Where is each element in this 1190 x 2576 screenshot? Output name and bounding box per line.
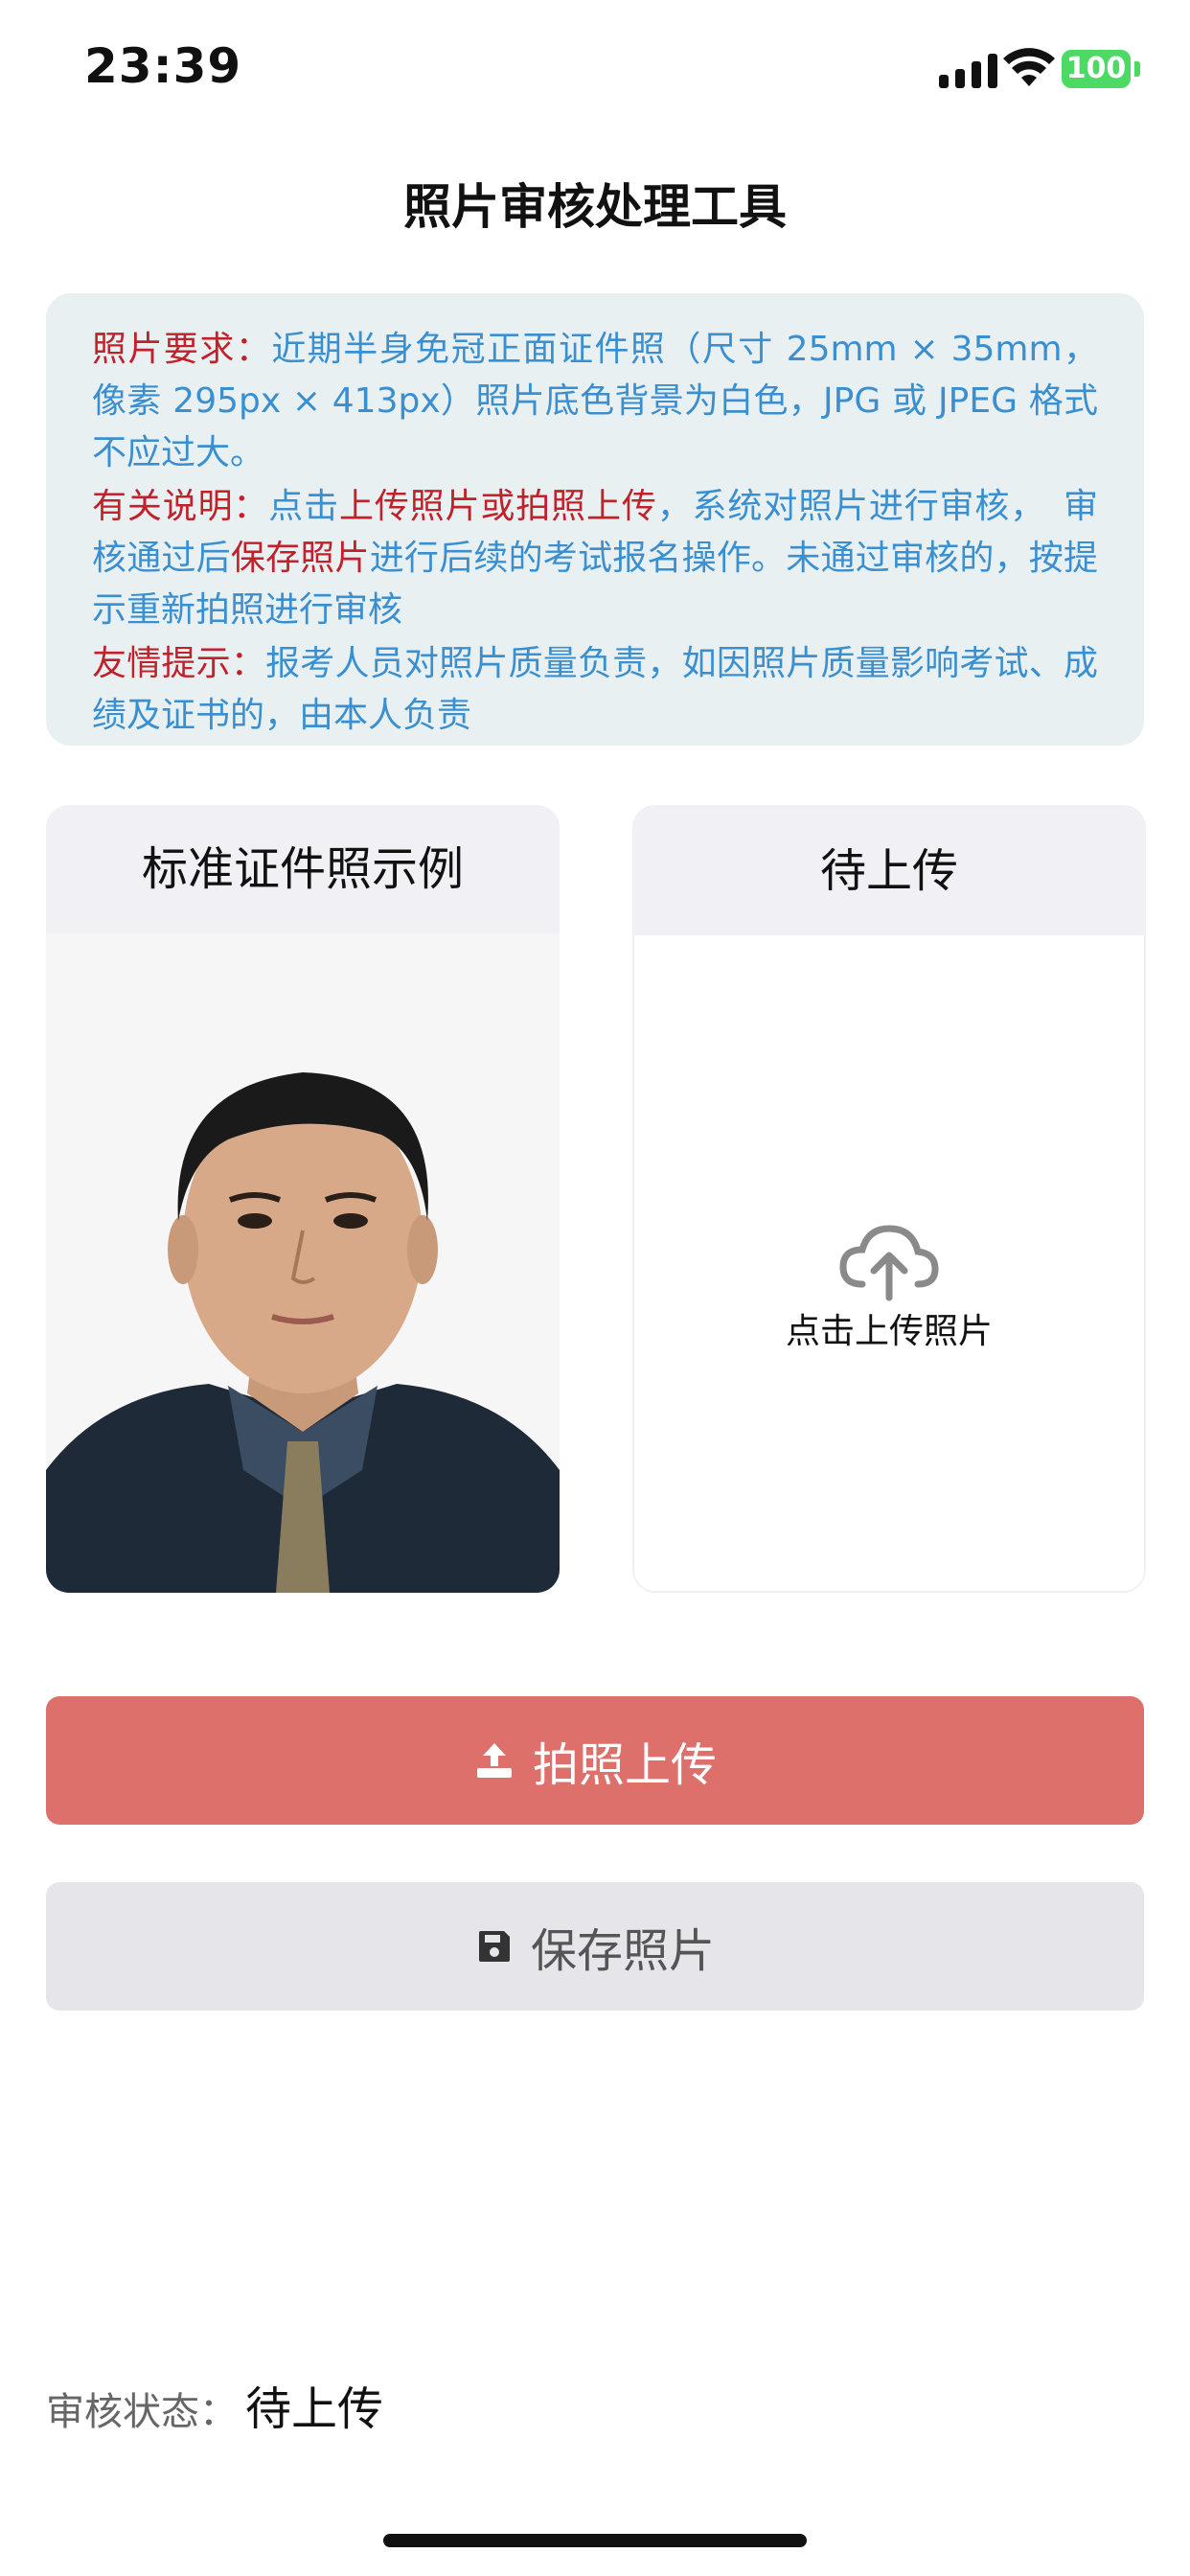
take-photo-label: 拍照上传 [532,1738,717,1792]
sample-portrait-image [46,933,560,1593]
save-photo-button[interactable]: 保存照片 [46,1882,1144,2011]
sample-card-title: 标准证件照示例 [46,805,560,933]
cellular-signal-icon [939,54,997,88]
page-title: 照片审核处理工具 [403,179,787,235]
status-time: 23:39 [84,38,242,94]
notice-req-label: 照片要求： [92,330,272,369]
notice-tip: 友情提示：报考人员对照片质量负责，如因照片质量影响考试、成绩及证书的，由本人负责 [92,638,1098,742]
sample-photo-card: 标准证件照示例 [46,805,560,1593]
upload-card-title: 待上传 [634,807,1144,935]
requirements-notice: 照片要求：近期半身免冠正面证件照（尺寸 25mm × 35mm，像素 295px… [46,293,1144,746]
notice-desc-label: 有关说明： [92,487,269,526]
notice-desc-red1: 上传照片或拍照上传 [339,487,657,526]
review-status-value: 待上传 [245,2382,384,2436]
home-indicator [383,2534,807,2547]
review-status-label: 审核状态： [46,2390,238,2434]
upload-photo-card[interactable]: 待上传 [632,805,1146,1593]
cloud-upload-icon[interactable] [839,1223,939,1301]
save-photo-label: 保存照片 [530,1924,715,1978]
battery-level: 100 [1065,52,1127,85]
notice-description: 有关说明：点击上传照片或拍照上传，系统对照片进行审核， 审核通过后保存照片进行后… [92,481,1098,636]
upload-hint[interactable]: 点击上传照片 [632,1303,1146,1353]
wifi-icon [1003,48,1055,86]
notice-desc-red2: 保存照片 [230,539,370,578]
upload-icon [476,1743,512,1778]
review-status: 审核状态： 待上传 [46,2371,383,2438]
take-photo-upload-button[interactable]: 拍照上传 [46,1696,1144,1825]
battery-cap [1134,61,1140,77]
floppy-disk-icon [478,1931,510,1962]
status-bar: 23:39 100 [0,0,1190,144]
notice-tip-label: 友情提示： [92,644,266,683]
battery-icon: 100 [1062,50,1131,88]
notice-requirements: 照片要求：近期半身免冠正面证件照（尺寸 25mm × 35mm，像素 295px… [92,324,1098,479]
notice-desc-part1: 点击 [268,487,339,526]
